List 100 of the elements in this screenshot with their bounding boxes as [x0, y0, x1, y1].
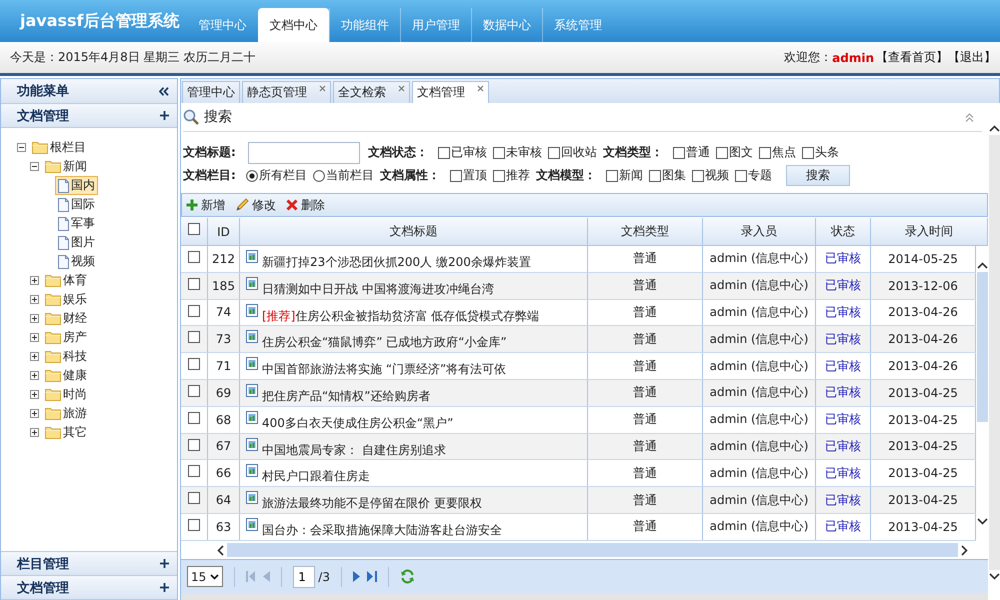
tab[interactable]: 静态页管理: [242, 81, 331, 103]
tree-item[interactable]: 其它: [42, 423, 90, 442]
tree-toggle-icon[interactable]: [30, 409, 39, 418]
checkbox-option[interactable]: 头条: [802, 144, 839, 161]
header-link[interactable]: 【查看首页】: [876, 49, 948, 66]
tab[interactable]: 文档管理: [412, 81, 489, 103]
edit-button[interactable]: 修改: [235, 196, 276, 214]
radio-option[interactable]: 当前栏目: [312, 167, 374, 184]
title-input[interactable]: [248, 142, 360, 164]
scroll-right-icon[interactable]: [961, 544, 968, 556]
document-title[interactable]: 新疆打掉23个涉恐团伙抓200人 缴200余爆炸装置: [262, 255, 531, 269]
tree-toggle-icon[interactable]: [17, 143, 26, 152]
scroll-up-icon[interactable]: [977, 262, 988, 269]
tree-toggle-icon[interactable]: [30, 314, 39, 323]
checkbox-option[interactable]: 图集: [648, 167, 686, 184]
collapse-icon[interactable]: [159, 86, 169, 96]
tree-toggle-icon[interactable]: [30, 295, 39, 304]
header-link[interactable]: 【退出】: [948, 49, 996, 66]
checkbox-icon[interactable]: [758, 146, 771, 158]
document-title[interactable]: 旅游法最终功能不是停留在限价 更要限权: [262, 496, 482, 510]
column-header[interactable]: 文档类型: [588, 218, 703, 245]
horizontal-scrollbar[interactable]: [181, 593, 988, 600]
refresh-icon[interactable]: [400, 569, 415, 584]
tree-item[interactable]: 科技: [42, 347, 90, 366]
plus-icon[interactable]: [160, 559, 169, 568]
checkbox-option[interactable]: 图文: [716, 144, 753, 161]
page-input[interactable]: 1: [293, 566, 316, 588]
checkbox-icon[interactable]: [548, 146, 560, 158]
checkbox-icon[interactable]: [734, 170, 747, 182]
next-page-icon[interactable]: [352, 571, 360, 582]
document-title[interactable]: 日猜测如中日开战 中国将渡海进攻冲绳台湾: [262, 282, 494, 296]
checkbox-icon[interactable]: [716, 146, 728, 158]
tree-item[interactable]: 健康: [42, 366, 90, 385]
tree-toggle-icon[interactable]: [30, 352, 39, 361]
document-title[interactable]: 村民户口跟着住房走: [262, 469, 370, 484]
tree-item[interactable]: 新闻: [42, 157, 90, 176]
row-checkbox[interactable]: [188, 304, 200, 317]
checkbox-option[interactable]: 置顶: [450, 167, 487, 184]
checkbox-icon[interactable]: [802, 146, 814, 158]
close-icon[interactable]: [319, 85, 326, 92]
checkbox-icon[interactable]: [672, 146, 685, 158]
document-title[interactable]: 中国地震局专家： 自建住房别追求: [262, 442, 446, 457]
panel-header[interactable]: 文档管理: [1, 104, 177, 128]
scroll-down-icon[interactable]: [988, 573, 1000, 580]
tree-item[interactable]: 体育: [42, 271, 90, 290]
document-title[interactable]: 把住房产品“知情权”还给购房者: [262, 388, 430, 403]
tree-toggle-icon[interactable]: [30, 276, 39, 285]
checkbox-option[interactable]: 未审核: [492, 144, 542, 161]
collapse-panel-icon[interactable]: [965, 112, 974, 122]
plus-icon[interactable]: [160, 583, 169, 592]
tree-item[interactable]: 图片: [55, 233, 98, 252]
scroll-up-icon[interactable]: [988, 125, 1000, 132]
tab[interactable]: 全文检索: [333, 81, 410, 103]
checkbox-option[interactable]: 已审核: [438, 144, 487, 161]
tree-item[interactable]: 国内: [55, 176, 98, 195]
tree-item[interactable]: 娱乐: [42, 290, 90, 309]
tree-item[interactable]: 旅游: [42, 404, 90, 423]
close-icon[interactable]: [477, 85, 484, 92]
page-size-select[interactable]: 15: [187, 566, 224, 587]
tree-item[interactable]: 国际: [55, 195, 98, 214]
tree-item[interactable]: 视频: [55, 252, 98, 271]
tree-item[interactable]: 房产: [42, 328, 90, 347]
checkbox-option[interactable]: 专题: [734, 167, 772, 184]
row-checkbox[interactable]: [188, 358, 200, 370]
tree-item[interactable]: 时尚: [42, 385, 90, 404]
row-checkbox[interactable]: [188, 331, 200, 344]
panel-header[interactable]: 文档管理: [1, 576, 177, 600]
row-checkbox[interactable]: [188, 412, 200, 424]
tree-item[interactable]: 军事: [55, 214, 98, 233]
tree-toggle-icon[interactable]: [30, 162, 39, 171]
checkbox-icon[interactable]: [648, 170, 661, 182]
tree-toggle-icon[interactable]: [30, 371, 39, 380]
column-header[interactable]: 状态: [816, 218, 871, 245]
close-icon[interactable]: [398, 85, 405, 92]
checkbox-icon[interactable]: [450, 170, 462, 182]
row-checkbox[interactable]: [188, 384, 200, 397]
tree-toggle-icon[interactable]: [30, 390, 39, 399]
scrollbar-thumb[interactable]: [977, 272, 988, 422]
checkbox-icon[interactable]: [606, 170, 618, 182]
scroll-left-icon[interactable]: [217, 544, 224, 556]
radio-icon[interactable]: [312, 170, 325, 182]
checkbox-icon[interactable]: [492, 170, 505, 182]
horizontal-scrollbar-thumb[interactable]: [227, 543, 958, 557]
tab[interactable]: 管理中心: [182, 81, 240, 103]
add-button[interactable]: 新增: [186, 196, 225, 214]
document-title[interactable]: 400多白衣天使成住房公积金“黑户”: [262, 416, 454, 430]
row-checkbox[interactable]: [188, 465, 200, 478]
column-header[interactable]: 文档标题: [240, 218, 588, 245]
checkbox-option[interactable]: 视频: [692, 167, 729, 184]
nav-tab[interactable]: 文档中心: [258, 8, 329, 42]
document-title[interactable]: [推荐]住房公积金被指劫贫济富 低存低贷模式存弊端: [262, 308, 540, 323]
radio-option[interactable]: 所有栏目: [246, 167, 307, 184]
radio-icon[interactable]: [246, 170, 258, 182]
row-checkbox[interactable]: [188, 251, 200, 263]
document-title[interactable]: 中国首部旅游法将实施 “门票经济”将有法可依: [262, 362, 506, 376]
checkbox-option[interactable]: 回收站: [548, 144, 597, 161]
checkbox-icon[interactable]: [438, 146, 450, 158]
tree-toggle-icon[interactable]: [30, 333, 39, 342]
column-header[interactable]: ID: [208, 218, 240, 245]
search-button[interactable]: 搜索: [786, 165, 850, 186]
